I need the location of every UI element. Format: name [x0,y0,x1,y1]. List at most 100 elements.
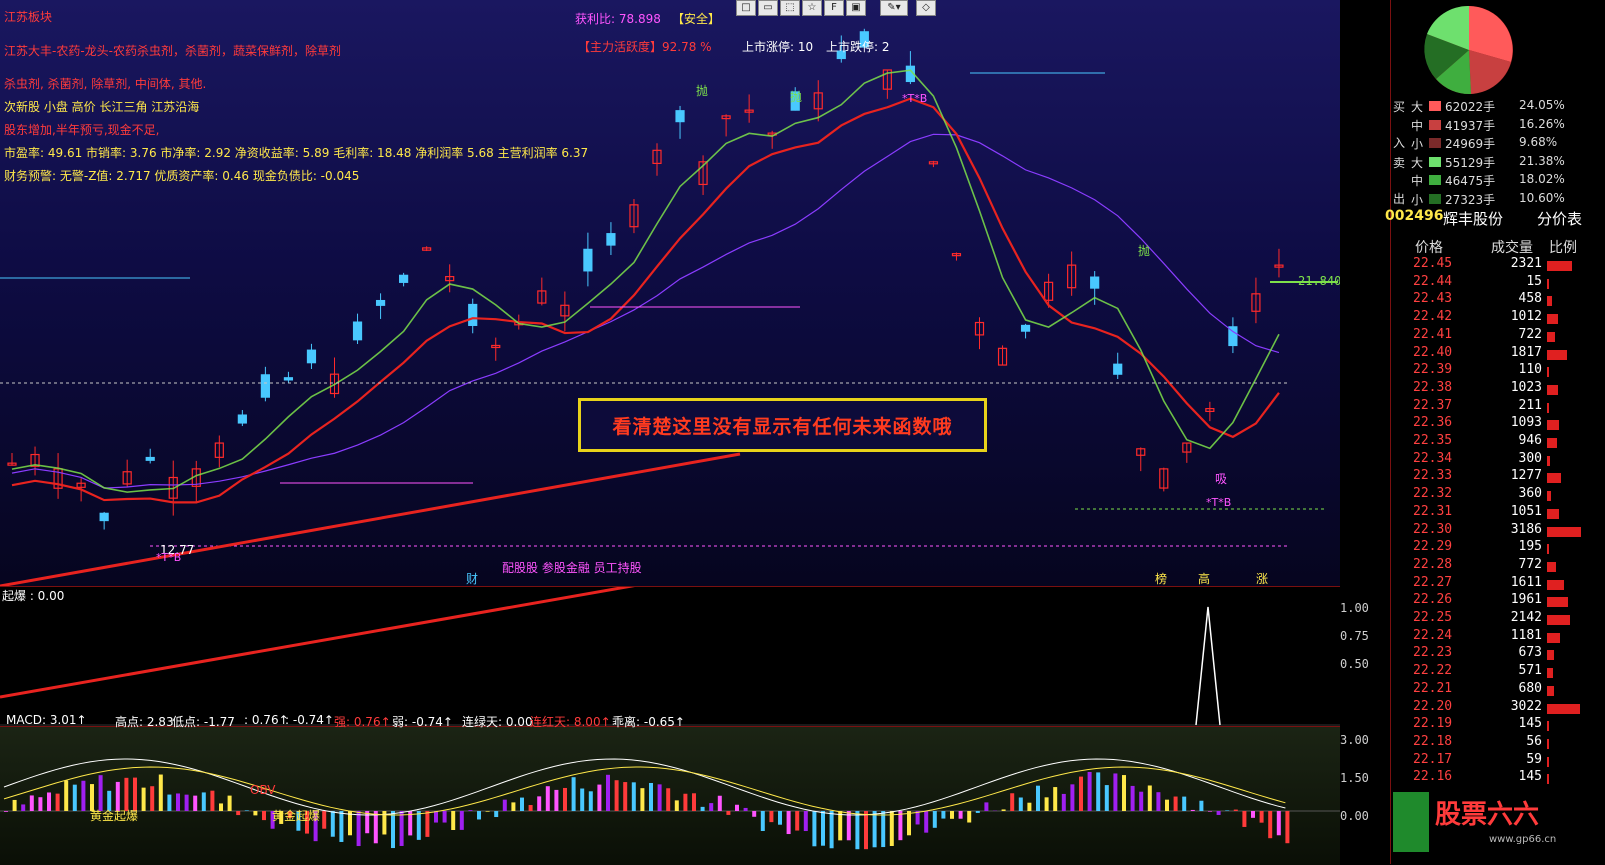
info-line-concepts: 次新股 小盘 高价 长江三角 江苏沿海 [4,98,199,115]
row-ratio-bar [1547,350,1567,360]
row-price: 22.42 [1413,309,1452,324]
price-row[interactable]: 22.1856 [1391,734,1605,752]
flow-percent: 21.38% [1519,154,1565,168]
macd-bar [1036,786,1040,811]
high-tag: 高 [1198,570,1210,586]
price-row[interactable]: 22.261961 [1391,592,1605,610]
macd-bar [692,793,696,811]
row-ratio-bar [1547,757,1549,767]
price-row[interactable]: 22.21680 [1391,681,1605,699]
price-row[interactable]: 22.35946 [1391,433,1605,451]
row-ratio-bar [1547,739,1549,749]
tb-marker-low: *T*B [156,551,181,564]
money-flow-row: 小27323手10.60% [1391,189,1605,207]
macd-bar [683,794,687,811]
price-row[interactable]: 22.311051 [1391,504,1605,522]
macd-bar [64,780,68,811]
price-row[interactable]: 22.241181 [1391,628,1605,646]
price-row[interactable]: 22.23673 [1391,645,1605,663]
macd-bar [142,788,146,811]
toolbar-star-icon[interactable]: ☆ [802,0,822,16]
row-price: 22.21 [1413,681,1452,696]
macd-tick-0: 0.00 [1340,809,1386,823]
price-row[interactable]: 22.303186 [1391,522,1605,540]
row-ratio-bar [1547,615,1570,625]
indicator-panel-qibao[interactable]: 起爆 : 0.00 1.00 0.75 0.50 [0,586,1340,727]
header-ratio: 比例 [1549,237,1577,257]
row-volume: 2321 [1511,256,1542,271]
macd-bar [597,785,601,811]
macd-bar [210,791,214,811]
price-row[interactable]: 22.39110 [1391,362,1605,380]
toolbar-palette-icon[interactable]: ✎▾ [880,0,908,16]
row-volume: 673 [1519,645,1542,660]
macd-bar [701,807,705,811]
toolbar-image-icon[interactable]: ▣ [846,0,866,16]
price-row[interactable]: 22.19145 [1391,716,1605,734]
toolbar-window-icon[interactable]: ▭ [758,0,778,16]
qibao-tick-050: 0.50 [1340,657,1386,671]
price-row[interactable]: 22.16145 [1391,769,1605,787]
price-row[interactable]: 22.32360 [1391,486,1605,504]
concept-tags: 配股股 参股金融 员工持股 [502,559,642,576]
macd-bar [81,781,85,811]
golden-label-2: 黄金起爆 [272,807,320,824]
price-row[interactable]: 22.252142 [1391,610,1605,628]
price-row[interactable]: 22.34300 [1391,451,1605,469]
candle-body [469,304,477,325]
price-row[interactable]: 22.28772 [1391,557,1605,575]
macd-bar [838,811,842,840]
macd-bar [1174,797,1178,811]
row-price: 22.16 [1413,769,1452,784]
row-ratio-bar [1547,562,1556,572]
price-row[interactable]: 22.4415 [1391,274,1605,292]
price-row[interactable]: 22.271611 [1391,575,1605,593]
row-volume: 722 [1519,327,1542,342]
price-row[interactable]: 22.361093 [1391,415,1605,433]
row-price: 22.41 [1413,327,1452,342]
price-row[interactable]: 22.37211 [1391,398,1605,416]
macd-bar [855,811,859,849]
toolbar-eraser-icon[interactable]: ◇ [916,0,936,16]
macd-bar [632,782,636,811]
macd-bar [434,811,438,823]
macd-bar [4,811,8,812]
flow-color-swatch [1429,138,1441,148]
price-row[interactable]: 22.41 722 [1391,327,1605,345]
right-info-panel: 买 入 卖 出 大62022手24.05%中41937手16.26%小24969… [1390,0,1605,864]
main-candlestick-chart[interactable]: 江苏板块 江苏大丰-农药-龙头-农药杀虫剂，杀菌剂，蔬菜保鲜剂，除草剂 杀虫剂,… [0,0,1340,586]
price-row[interactable]: 22.452321 [1391,256,1605,274]
macd-panel[interactable]: MACD: 3.01↑高点: 2.83低点: -1.77: 0.76↑: -0.… [0,726,1340,865]
row-volume: 59 [1526,752,1542,767]
macd-canvas [0,727,1340,865]
row-ratio-bar [1547,527,1581,537]
toolbar-select-icon[interactable]: ⬚ [780,0,800,16]
candle-body [377,301,385,306]
stock-code: 002496 [1385,208,1443,224]
price-row[interactable]: 22.29195 [1391,539,1605,557]
candle-body [1114,364,1122,374]
macd-bar [933,811,937,828]
toolbar-rect-icon[interactable]: □ [736,0,756,16]
price-row[interactable]: 22.421012 [1391,309,1605,327]
macd-stat-label: 弱: -0.74↑ [392,713,453,730]
row-volume: 571 [1519,663,1542,678]
price-row[interactable]: 22.22571 [1391,663,1605,681]
price-row[interactable]: 22.381023 [1391,380,1605,398]
row-volume: 946 [1519,433,1542,448]
macd-bar [1010,793,1014,811]
row-price: 22.17 [1413,752,1452,767]
toolbar-f-icon[interactable]: F [824,0,844,16]
price-row[interactable]: 22.401817 [1391,345,1605,363]
tb-marker: *T*B [1206,496,1231,509]
price-row[interactable]: 22.43458 [1391,291,1605,309]
row-ratio-bar [1547,704,1580,714]
price-row[interactable]: 22.17 59 [1391,752,1605,770]
price-row[interactable]: 22.203022 [1391,699,1605,717]
macd-bar [924,811,928,833]
macd-bar [1131,786,1135,811]
price-row[interactable]: 22.331277 [1391,468,1605,486]
flow-percent: 9.68% [1519,135,1557,149]
macd-stat-label: : 0.76↑ [244,713,289,727]
macd-tick-3: 3.00 [1340,733,1386,747]
